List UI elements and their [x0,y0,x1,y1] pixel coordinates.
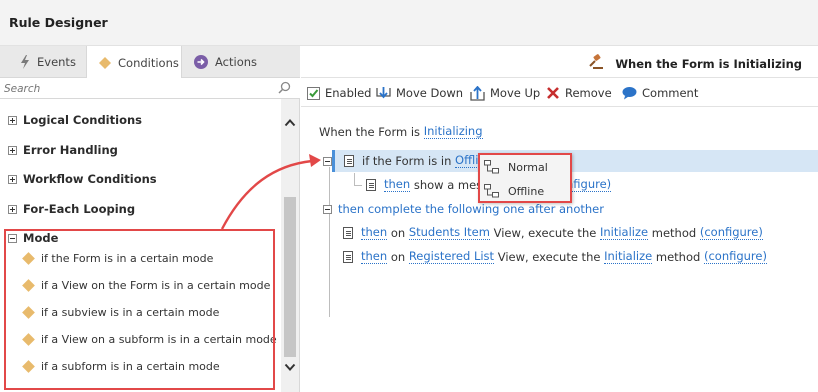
enabled-checkbox[interactable]: Enabled [307,84,371,102]
expand-icon[interactable] [8,115,17,125]
tree-group-label: Logical Conditions [23,113,142,127]
view-link[interactable]: Registered List [408,250,495,264]
action-text: View, execute the [494,250,605,264]
search-icon[interactable] [278,81,291,97]
move-up-icon [470,85,485,101]
gavel-icon [589,54,605,73]
condition-prefix: if the Form is in [362,154,456,168]
then-link[interactable]: then [361,250,388,264]
remove-icon [546,86,560,100]
diamond-icon [99,56,111,69]
view-link[interactable]: Students Item [408,226,490,240]
configure-link[interactable]: (configure) [703,250,767,264]
configure-link[interactable]: nfigure) [566,178,612,192]
connector-line [329,214,330,268]
collapse-icon[interactable] [323,204,332,214]
connector-line [354,185,362,186]
document-icon [343,227,353,239]
expand-icon[interactable] [8,145,17,155]
action-text: on [387,226,409,240]
window-title: Rule Designer [9,15,108,30]
mode-option-label: Normal [508,160,548,174]
method-link[interactable]: Initialize [604,250,653,264]
document-icon [366,179,376,191]
mode-option-offline[interactable]: Offline [484,180,568,202]
tree-group-label: Workflow Conditions [23,172,157,186]
search-bar [0,78,300,99]
tab-actions[interactable]: Actions [194,46,257,78]
checkbox-checked-icon[interactable] [307,86,320,100]
lightning-icon [20,55,30,69]
rule-event-line: When the Form is Initializing [319,122,483,142]
remove-label: Remove [565,86,612,100]
tab-events[interactable]: Events [20,46,76,78]
event-link[interactable]: Initializing [423,125,483,139]
document-icon [344,155,354,167]
action-text: View, execute the [489,226,600,240]
action-text: on [387,250,409,264]
action-text: method [648,226,700,240]
tree-group-workflow-conditions[interactable]: Workflow Conditions [8,169,157,189]
search-input[interactable] [4,80,274,97]
mode-dropdown: Normal Offline [478,153,572,203]
tree-group-label: For-Each Looping [23,202,136,216]
configure-link[interactable]: (configure) [699,226,763,240]
event-title-text: When the Form is Initializing [615,56,802,71]
event-prefix: When the Form is [319,125,424,139]
tree-group-logical-conditions[interactable]: Logical Conditions [8,110,142,130]
move-down-icon [376,86,391,101]
network-icon [484,160,499,174]
arrow-circle-icon [194,55,208,69]
action-text: method [652,250,704,264]
sequence-text[interactable]: then complete the following one after an… [338,202,604,216]
collapse-icon[interactable] [323,156,332,166]
network-icon [484,184,499,198]
move-down-label: Move Down [396,86,464,100]
tab-conditions[interactable]: Conditions [86,46,182,79]
expand-icon[interactable] [8,174,17,184]
mode-option-label: Offline [508,184,545,198]
action-show-message-line[interactable]: then show a messa [366,175,495,195]
move-up-label: Move Up [490,86,541,100]
event-title: When the Form is Initializing [589,54,802,73]
rule-header: When the Form is Initializing [301,46,818,78]
enabled-label: Enabled [325,86,372,100]
tab-conditions-label: Conditions [118,55,179,70]
tab-actions-label: Actions [215,55,258,69]
highlight-box-mode [4,229,275,390]
action-line[interactable]: then on Students Item View, execute the … [343,223,763,243]
tree-group-error-handling[interactable]: Error Handling [8,140,118,160]
configure-link-partial[interactable]: nfigure) [566,175,612,195]
method-link[interactable]: Initialize [599,226,649,240]
tree-group-label: Error Handling [23,143,118,157]
move-down-button[interactable]: Move Down [376,84,463,102]
comment-icon [622,86,637,100]
document-icon [343,251,353,263]
move-up-button[interactable]: Move Up [470,84,540,102]
tab-strip: Events Conditions Actions [0,46,300,79]
connector-line [354,173,355,185]
comment-button[interactable]: Comment [622,84,698,102]
then-link[interactable]: then [384,178,411,192]
comment-label: Comment [642,86,699,100]
tree-scrollbar[interactable] [281,99,299,392]
condition-line[interactable]: if the Form is in Offline [323,151,493,171]
title-bar: Rule Designer [0,0,818,46]
mode-option-normal[interactable]: Normal [484,156,568,178]
then-link[interactable]: then [361,226,388,240]
tree-group-for-each-looping[interactable]: For-Each Looping [8,199,135,219]
scroll-down-icon[interactable] [284,361,296,373]
expand-icon[interactable] [8,204,17,214]
rule-toolbar: Enabled Move Down Move Up Remove Comment [301,79,818,107]
scrollbar-thumb[interactable] [284,197,296,357]
remove-button[interactable]: Remove [546,84,612,102]
tab-events-label: Events [37,55,76,69]
scroll-up-icon[interactable] [284,117,296,129]
action-line[interactable]: then on Registered List View, execute th… [343,247,767,267]
